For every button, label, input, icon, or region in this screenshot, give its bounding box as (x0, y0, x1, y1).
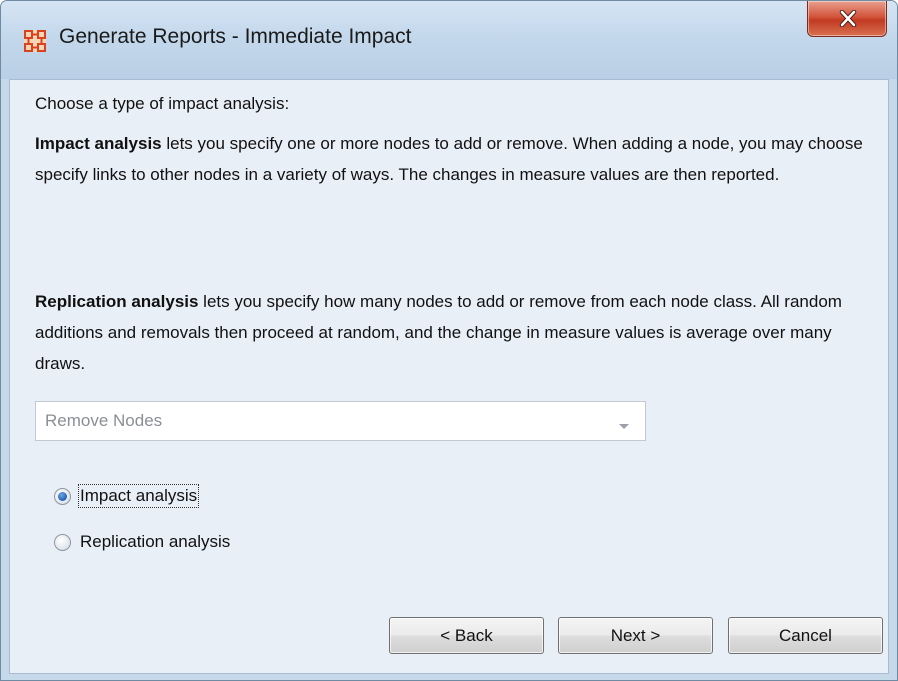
node-action-dropdown[interactable]: Remove Nodes (35, 401, 646, 441)
dialog-content: Choose a type of impact analysis: Impact… (9, 79, 889, 674)
replication-analysis-option[interactable]: Replication analysis (54, 528, 230, 556)
impact-analysis-label[interactable]: Impact analysis (77, 484, 200, 508)
replication-analysis-radio[interactable] (54, 533, 71, 551)
impact-analysis-option[interactable]: Impact analysis (54, 482, 200, 510)
impact-description: Impact analysis lets you specify one or … (35, 128, 865, 190)
impact-heading: Impact analysis (35, 134, 162, 153)
impact-analysis-radio[interactable] (54, 487, 71, 505)
dialog-window: Generate Reports - Immediate Impact Choo… (0, 0, 898, 681)
replication-description: Replication analysis lets you specify ho… (35, 286, 865, 379)
back-button[interactable]: < Back (389, 617, 544, 654)
replication-heading: Replication analysis (35, 292, 199, 311)
intro-text: Choose a type of impact analysis: (35, 94, 290, 113)
window-title: Generate Reports - Immediate Impact (59, 25, 412, 48)
next-button[interactable]: Next > (558, 617, 713, 654)
replication-analysis-label[interactable]: Replication analysis (80, 532, 230, 552)
close-button[interactable] (807, 1, 887, 37)
close-icon (839, 10, 857, 27)
node-action-selected: Remove Nodes (45, 411, 163, 430)
cancel-button[interactable]: Cancel (728, 617, 883, 654)
app-icon (23, 29, 47, 53)
title-bar[interactable]: Generate Reports - Immediate Impact (1, 1, 897, 79)
chevron-down-icon (618, 418, 630, 436)
